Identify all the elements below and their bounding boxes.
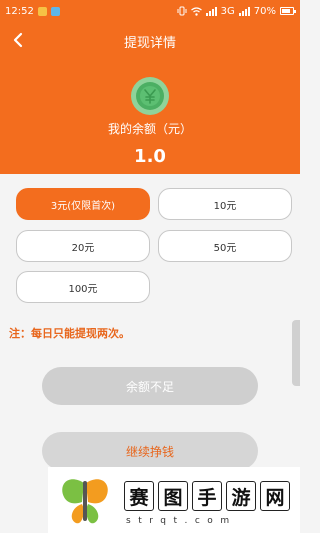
app-notification-icon-2 [50, 6, 60, 16]
watermark-characters: 赛 图 手 游 网 [124, 481, 290, 511]
amount-option-10[interactable]: 10元 [158, 188, 292, 220]
watermark-url: strqt.com [126, 516, 237, 526]
page-title: 提现详情 [123, 36, 176, 51]
status-bar: 12:52 3G 70% [0, 0, 300, 22]
header-banner: 12:52 3G 70% 提现详情 我的余额（元） 1.0 [0, 0, 300, 174]
vibrate-icon [177, 6, 187, 16]
network-type: 3G [220, 5, 235, 17]
balance-value: 1.0 [134, 146, 166, 167]
signal-icon [205, 6, 217, 16]
status-time: 12:52 [5, 5, 34, 17]
signal-icon-2 [238, 6, 250, 16]
amount-option-50[interactable]: 50元 [158, 230, 292, 262]
continue-earning-button[interactable]: 继续挣钱 [42, 432, 258, 470]
coin-icon [131, 77, 169, 115]
watermark-char: 赛 [124, 481, 154, 511]
wifi-icon [190, 6, 202, 16]
watermark-char: 手 [192, 481, 222, 511]
battery-icon [280, 7, 296, 15]
withdraw-note: 注：每日只能提现两次。 [9, 327, 130, 340]
nav-bar: 提现详情 [0, 26, 300, 54]
side-drawer-handle[interactable] [292, 320, 300, 386]
amount-option-20[interactable]: 20元 [16, 230, 150, 262]
butterfly-logo-icon [62, 479, 108, 524]
site-watermark: 赛 图 手 游 网 strqt.com [48, 467, 300, 533]
battery-percent: 70% [253, 5, 276, 17]
watermark-char: 游 [226, 481, 256, 511]
amount-option-3[interactable]: 3元(仅限首次) [16, 188, 150, 220]
insufficient-balance-button[interactable]: 余额不足 [42, 367, 258, 405]
watermark-char: 网 [260, 481, 290, 511]
balance-label: 我的余额（元） [107, 122, 192, 136]
amount-option-100[interactable]: 100元 [16, 271, 150, 303]
watermark-char: 图 [158, 481, 188, 511]
app-notification-icon [37, 6, 47, 16]
